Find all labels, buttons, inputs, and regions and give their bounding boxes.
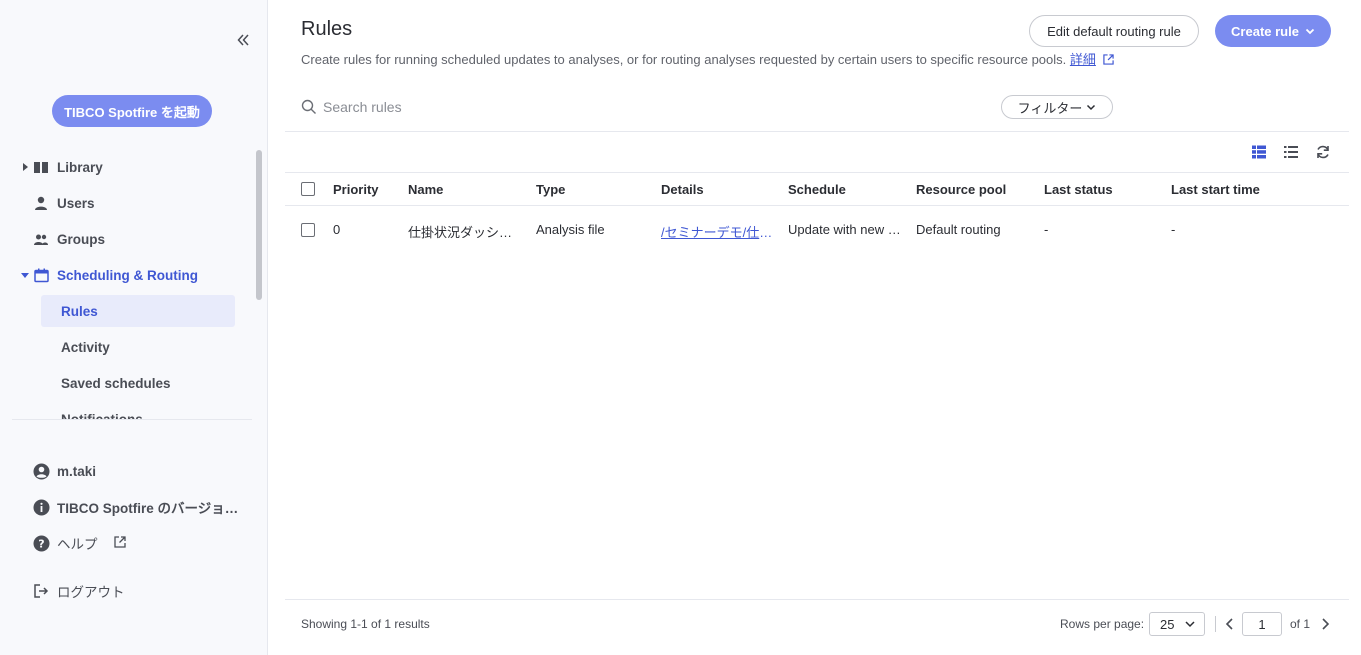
sidebar-item-label: Groups	[57, 231, 106, 247]
sidebar-nav: Library Users Groups Scheduling & Routin…	[0, 148, 252, 420]
select-all-checkbox[interactable]	[301, 182, 315, 196]
create-rule-button[interactable]: Create rule	[1215, 15, 1331, 47]
cell-last-start-time: -	[1171, 222, 1176, 237]
search-input[interactable]	[323, 99, 683, 115]
caret-down-icon	[20, 270, 30, 280]
column-header-resource-pool[interactable]: Resource pool	[916, 182, 1006, 197]
refresh-icon[interactable]	[1313, 143, 1333, 161]
version-info-item[interactable]: TIBCO Spotfire のバージョ…	[0, 493, 260, 521]
table-view-icon[interactable]	[1249, 143, 1269, 161]
cell-name: 仕掛状況ダッシ…	[408, 225, 513, 240]
sidebar-item-rules[interactable]: Rules	[41, 295, 235, 327]
view-toggle-group	[1249, 143, 1333, 161]
filter-button[interactable]: フィルター	[1001, 95, 1113, 119]
logout-icon	[32, 582, 50, 600]
book-icon	[33, 159, 49, 175]
sidebar-item-activity[interactable]: Activity	[41, 331, 235, 363]
column-header-details[interactable]: Details	[661, 182, 704, 197]
sidebar-item-scheduling-routing[interactable]: Scheduling & Routing	[0, 259, 252, 291]
group-icon	[33, 231, 49, 247]
sidebar-item-users[interactable]: Users	[0, 187, 252, 219]
table-row[interactable]: 0 仕掛状況ダッシ… Analysis file /セミナーデモ/仕掛… Upd…	[285, 207, 1349, 251]
sidebar: TIBCO Spotfire を起動 Library Users Groups …	[0, 0, 268, 655]
column-header-schedule[interactable]: Schedule	[788, 182, 846, 197]
sidebar-item-label: Scheduling & Routing	[57, 267, 198, 283]
search-bar	[301, 95, 701, 119]
sidebar-divider	[12, 419, 252, 420]
account-circle-icon	[32, 462, 50, 480]
cell-resource-pool: Default routing	[916, 222, 1001, 237]
sidebar-scrollbar[interactable]	[256, 150, 262, 300]
edit-default-routing-rule-button[interactable]: Edit default routing rule	[1029, 15, 1199, 47]
help-item[interactable]: ? ヘルプ	[0, 529, 260, 557]
cell-priority: 0	[333, 222, 341, 237]
column-header-name[interactable]: Name	[408, 182, 443, 197]
double-chevron-left-icon	[237, 34, 249, 46]
sidebar-item-groups[interactable]: Groups	[0, 223, 252, 255]
cell-last-status: -	[1044, 222, 1049, 237]
user-account-item[interactable]: m.taki	[0, 457, 260, 485]
sidebar-item-saved-schedules[interactable]: Saved schedules	[41, 367, 235, 399]
total-pages-label: of 1	[1290, 617, 1311, 631]
cell-details-link[interactable]: /セミナーデモ/仕掛…	[661, 222, 785, 241]
details-link[interactable]: 詳細	[1070, 52, 1096, 67]
calendar-icon	[33, 267, 49, 283]
column-header-priority[interactable]: Priority	[333, 182, 379, 197]
user-name: m.taki	[57, 463, 97, 479]
create-rule-label: Create rule	[1231, 23, 1299, 39]
sidebar-item-label: Library	[57, 159, 103, 175]
chevron-down-icon	[1185, 621, 1195, 628]
filter-label: フィルター	[1017, 100, 1083, 116]
collapse-sidebar-button[interactable]	[232, 29, 254, 51]
list-view-icon[interactable]	[1281, 143, 1301, 161]
info-icon	[32, 498, 50, 516]
version-label: TIBCO Spotfire のバージョ…	[57, 501, 239, 516]
page-title: Rules	[301, 18, 353, 40]
logout-label: ログアウト	[57, 585, 125, 600]
column-header-type[interactable]: Type	[536, 182, 565, 197]
external-link-icon	[1102, 54, 1114, 65]
column-header-last-start-time[interactable]: Last start time	[1171, 182, 1260, 197]
page-description: Create rules for running scheduled updat…	[301, 49, 1114, 68]
description-text: Create rules for running scheduled updat…	[301, 52, 1067, 67]
search-icon	[301, 99, 316, 114]
chevron-down-icon	[1087, 104, 1096, 111]
logout-item[interactable]: ログアウト	[0, 577, 260, 605]
cell-type: Analysis file	[536, 222, 605, 237]
results-count: Showing 1-1 of 1 results	[301, 617, 430, 631]
toolbar-divider	[285, 131, 1349, 132]
caret-right-icon	[20, 162, 30, 172]
rows-per-page-label: Rows per page:	[1060, 617, 1145, 631]
sidebar-item-library[interactable]: Library	[0, 151, 252, 183]
launch-spotfire-button[interactable]: TIBCO Spotfire を起動	[52, 95, 212, 127]
help-label: ヘルプ	[57, 537, 98, 552]
previous-page-button[interactable]	[1222, 616, 1238, 632]
table-header: Priority Name Type Details Schedule Reso…	[285, 172, 1349, 206]
next-page-button[interactable]	[1317, 616, 1333, 632]
column-header-last-status[interactable]: Last status	[1044, 182, 1113, 197]
sidebar-item-label: Users	[57, 195, 95, 211]
external-link-icon	[114, 536, 126, 551]
chevron-right-icon	[1322, 618, 1330, 630]
sidebar-item-notifications[interactable]: Notifications	[41, 403, 235, 421]
pagination-separator	[1215, 616, 1216, 632]
page-number-input[interactable]	[1242, 612, 1282, 636]
chevron-down-icon	[1305, 28, 1315, 35]
cell-schedule: Update with new …	[788, 222, 901, 237]
help-icon: ?	[32, 534, 50, 552]
user-icon	[33, 195, 49, 211]
table-footer: Showing 1-1 of 1 results Rows per page: …	[285, 599, 1349, 655]
rows-per-page-select[interactable]: 25	[1149, 612, 1205, 636]
main-content: Rules Create rules for running scheduled…	[269, 0, 1361, 655]
svg-text:?: ?	[38, 537, 44, 550]
row-checkbox[interactable]	[301, 223, 315, 237]
chevron-left-icon	[1225, 618, 1233, 630]
rows-per-page-value: 25	[1160, 616, 1175, 632]
